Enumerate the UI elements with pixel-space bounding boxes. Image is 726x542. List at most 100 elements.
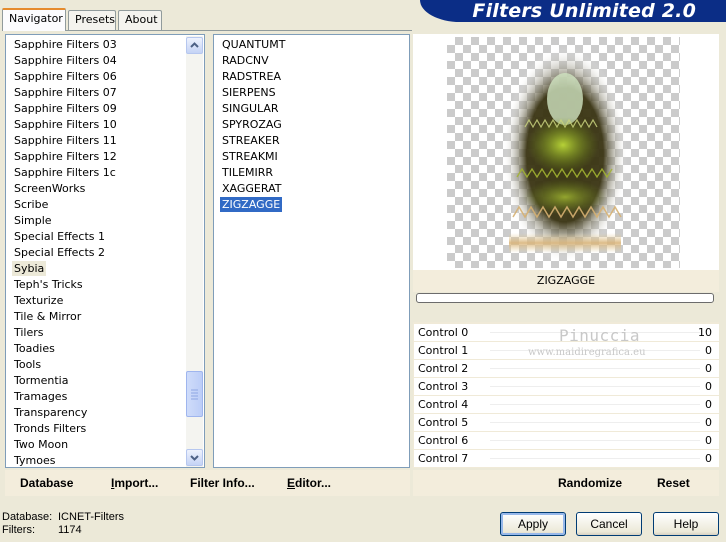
editor-link-hotkey: E (287, 476, 296, 490)
category-list[interactable]: Sapphire Filters 03 Sapphire Filters 04 Sa… (5, 34, 205, 468)
filters-count: 1174 (58, 524, 82, 536)
control-value: 0 (705, 398, 712, 411)
import-link-rest: mport... (114, 476, 159, 490)
reset-link[interactable]: Reset (657, 476, 690, 490)
filter-item[interactable]: SINGULAR (220, 101, 281, 116)
grip-icon (191, 389, 198, 400)
status-filters: Filters: 1174 (2, 524, 82, 536)
category-item[interactable]: Sapphire Filters 09 (12, 101, 119, 116)
watermark-url: www.maidiregrafica.eu (528, 347, 646, 358)
category-item[interactable]: Tymoes (12, 453, 57, 467)
category-item[interactable]: Sapphire Filters 10 (12, 117, 119, 132)
scroll-thumb[interactable] (186, 371, 203, 417)
progress-bar (416, 293, 714, 303)
scroll-down-button[interactable] (186, 449, 203, 466)
control-label: Control 0 (418, 326, 469, 339)
preview-artwork (503, 47, 627, 263)
filter-item[interactable]: TILEMIRR (220, 165, 275, 180)
category-item[interactable]: Tile & Mirror (12, 309, 83, 324)
control-slider-row[interactable]: Control 4 0 (414, 396, 719, 413)
category-item[interactable]: Teph's Tricks (12, 277, 85, 292)
category-item[interactable]: Sapphire Filters 07 (12, 85, 119, 100)
import-link[interactable]: Import... (111, 476, 158, 490)
filter-item[interactable]: RADCNV (220, 53, 271, 68)
editor-link[interactable]: Editor... (287, 476, 331, 490)
database-value: ICNET-Filters (58, 511, 124, 523)
category-item[interactable]: Sapphire Filters 1c (12, 165, 118, 180)
category-item[interactable]: Toadies (12, 341, 57, 356)
tab-navigator[interactable]: Navigator (2, 8, 66, 31)
control-slider-row[interactable]: Control 3 0 (414, 378, 719, 395)
control-track[interactable] (490, 404, 700, 405)
category-item[interactable]: Simple (12, 213, 54, 228)
title-banner: Filters Unlimited 2.0 (420, 0, 726, 22)
filter-item[interactable]: SPYROZAG (220, 117, 284, 132)
control-value: 10 (698, 326, 712, 339)
filter-info-link[interactable]: Filter Info... (190, 476, 255, 490)
chevron-down-icon (190, 455, 199, 461)
filters-label: Filters: (2, 524, 35, 536)
watermark-name: Pinuccia (559, 326, 641, 345)
category-item[interactable]: Tilers (12, 325, 46, 340)
category-item[interactable]: Sapphire Filters 12 (12, 149, 119, 164)
category-item[interactable]: Sybia (12, 261, 47, 276)
app-title: Filters Unlimited 2.0 (472, 0, 696, 22)
filter-item[interactable]: STREAKER (220, 133, 282, 148)
help-button[interactable]: Help (653, 512, 719, 536)
randomize-link[interactable]: Randomize (558, 476, 622, 490)
control-slider-row[interactable]: Control 6 0 (414, 432, 719, 449)
control-value: 0 (705, 416, 712, 429)
tab-presets[interactable]: Presets (68, 10, 116, 30)
editor-link-rest: ditor... (295, 476, 332, 490)
control-slider-row[interactable]: Control 2 0 (414, 360, 719, 377)
control-slider-row[interactable]: Control 7 0 (414, 450, 719, 467)
category-item[interactable]: Sapphire Filters 04 (12, 53, 119, 68)
category-item[interactable]: Scribe (12, 197, 50, 212)
control-label: Control 4 (418, 398, 469, 411)
filter-item[interactable]: RADSTREA (220, 69, 283, 84)
category-item[interactable]: Sapphire Filters 11 (12, 133, 119, 148)
category-item[interactable]: Sapphire Filters 03 (12, 37, 119, 52)
apply-button[interactable]: Apply (500, 512, 566, 536)
chevron-up-icon (190, 42, 199, 48)
category-scrollbar[interactable] (186, 36, 203, 467)
control-track[interactable] (490, 440, 700, 441)
category-item[interactable]: Sapphire Filters 06 (12, 69, 119, 84)
control-label: Control 6 (418, 434, 469, 447)
preview-image (447, 37, 680, 268)
filter-item[interactable]: ZIGZAGGE (220, 197, 283, 212)
control-label: Control 2 (418, 362, 469, 375)
control-value: 0 (705, 362, 712, 375)
control-track[interactable] (490, 422, 700, 423)
scroll-up-button[interactable] (186, 37, 203, 54)
control-label: Control 1 (418, 344, 469, 357)
category-item[interactable]: Texturize (12, 293, 65, 308)
category-item[interactable]: Two Moon (12, 437, 70, 452)
control-track[interactable] (490, 458, 700, 459)
filter-item[interactable]: STREAKMI (220, 149, 280, 164)
control-value: 0 (705, 380, 712, 393)
filter-item[interactable]: QUANTUMT (220, 37, 287, 52)
category-item[interactable]: Transparency (12, 405, 89, 420)
category-item[interactable]: Special Effects 2 (12, 245, 107, 260)
cancel-button[interactable]: Cancel (576, 512, 642, 536)
control-slider-row[interactable]: Control 5 0 (414, 414, 719, 431)
category-item[interactable]: Tormentia (12, 373, 70, 388)
category-item[interactable]: Tools (12, 357, 43, 372)
category-item[interactable]: Tronds Filters (12, 421, 88, 436)
category-item[interactable]: Special Effects 1 (12, 229, 107, 244)
filter-item[interactable]: XAGGERAT (220, 181, 283, 196)
control-label: Control 5 (418, 416, 469, 429)
filter-list[interactable]: QUANTUMT RADCNV RADSTREA SIERPENS SINGULAR SP… (213, 34, 410, 468)
category-item[interactable]: Tramages (12, 389, 69, 404)
control-track[interactable] (490, 368, 700, 369)
category-item[interactable]: ScreenWorks (12, 181, 87, 196)
control-label: Control 3 (418, 380, 469, 393)
filter-item[interactable]: SIERPENS (220, 85, 278, 100)
status-database: Database: ICNET-Filters (2, 511, 124, 523)
database-link[interactable]: Database (20, 476, 73, 490)
control-value: 0 (705, 434, 712, 447)
control-label: Control 7 (418, 452, 469, 465)
control-track[interactable] (490, 386, 700, 387)
tab-about[interactable]: About (118, 10, 162, 30)
